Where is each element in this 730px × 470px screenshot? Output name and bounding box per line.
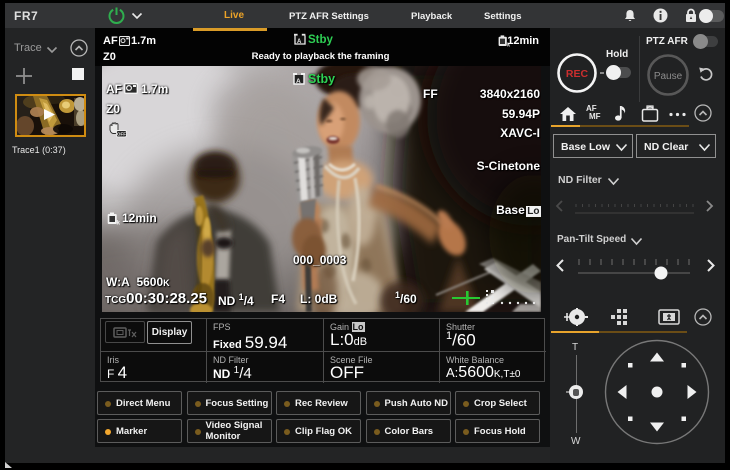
svg-text:OFF: OFF — [117, 132, 126, 137]
svg-text:A: A — [297, 39, 302, 45]
svg-text:k: k — [116, 220, 120, 226]
svg-text:A: A — [296, 78, 301, 85]
svg-text:REC: REC — [566, 68, 589, 80]
svg-text:Pause: Pause — [654, 71, 683, 82]
